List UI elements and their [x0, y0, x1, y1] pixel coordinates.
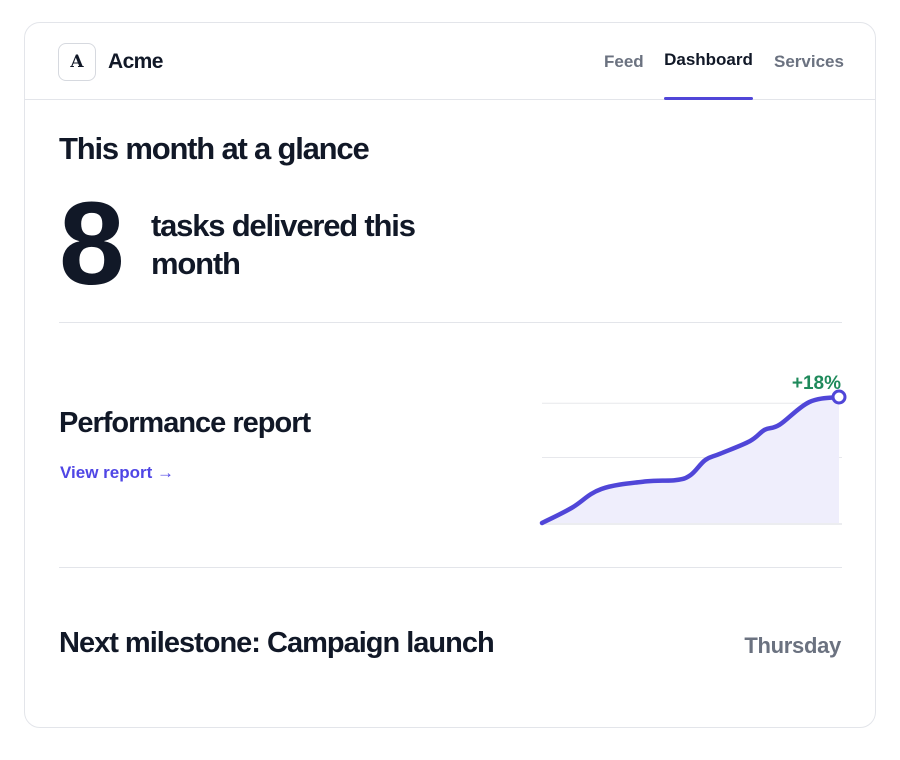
chart-change-label: +18% [792, 373, 841, 394]
divider [59, 322, 842, 323]
top-navigation-bar: A Acme Feed Dashboard Services [25, 23, 875, 100]
brand-name[interactable]: Acme [108, 50, 163, 74]
next-milestone-title: Next milestone: Campaign launch [59, 627, 495, 659]
dashboard-card: A Acme Feed Dashboard Services This mont… [24, 22, 876, 728]
performance-chart: +18% [539, 369, 847, 529]
tab-feed[interactable]: Feed [604, 23, 644, 100]
tasks-delivered-label: tasks delivered this month [151, 208, 416, 281]
performance-chart-svg: +18% [539, 373, 847, 526]
view-report-link[interactable]: View report → [60, 463, 174, 483]
divider [59, 567, 842, 568]
overview-title: This month at a glance [59, 131, 370, 166]
tasks-delivered-count: 8 [59, 178, 125, 310]
milestone-day: Thursday [744, 633, 841, 658]
performance-report-title: Performance report [59, 407, 311, 439]
brand-logo-letter: A [70, 52, 84, 72]
brand-logo-icon[interactable]: A [58, 43, 96, 81]
tab-dashboard[interactable]: Dashboard [664, 23, 753, 100]
tab-services[interactable]: Services [774, 23, 844, 100]
chart-area-fill [542, 397, 839, 523]
